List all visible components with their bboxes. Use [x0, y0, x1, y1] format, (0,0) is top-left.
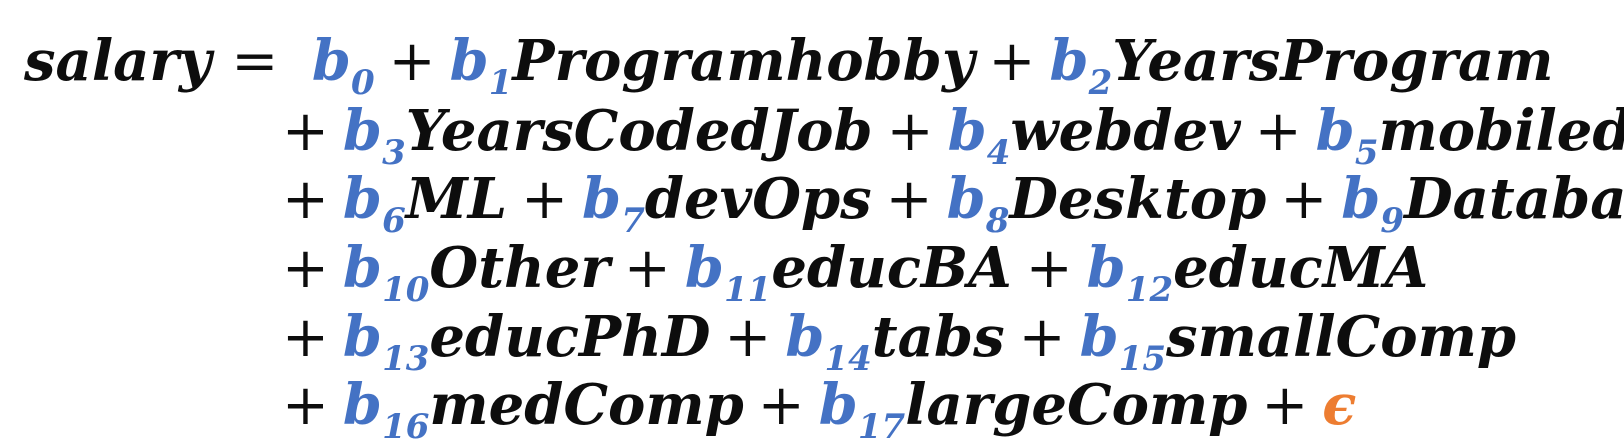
plus-sign: + — [282, 373, 329, 438]
variable-programhobby: Programhobby — [512, 28, 974, 94]
regression-equation: salary= b0+b1Programhobby+b2YearsProgram… — [0, 0, 1624, 440]
plus-sign: + — [1280, 167, 1327, 232]
coefficient-letter: b — [685, 235, 724, 301]
variable-ml: ML — [406, 166, 507, 232]
coefficient-letter: b — [312, 28, 351, 94]
coefficient-subscript: 17 — [858, 407, 905, 447]
variable-mobiledev: mobiledev — [1379, 98, 1624, 164]
plus-sign: + — [389, 29, 436, 94]
variable-devops: devOps — [645, 166, 872, 232]
variable-smallcomp: smallComp — [1166, 304, 1516, 370]
variable-yearsprogram: YearsProgram — [1112, 28, 1553, 94]
variable-tabs: tabs — [872, 304, 1005, 370]
coefficient-b7: b7 — [582, 166, 645, 232]
coefficient-b14: b14 — [785, 304, 871, 370]
plus-sign: + — [887, 99, 934, 164]
variable-webdev: webdev — [1010, 98, 1240, 164]
equation-line-5: +b13educPhD+b14tabs+b15smallComp — [282, 302, 1516, 372]
variable-educma: educMA — [1173, 235, 1428, 301]
coefficient-b16: b16 — [343, 372, 429, 438]
coefficient-letter: b — [343, 235, 382, 301]
plus-sign: + — [1255, 99, 1302, 164]
coefficient-letter: b — [947, 166, 986, 232]
coefficient-b10: b10 — [343, 235, 429, 301]
coefficient-b3: b3 — [343, 98, 406, 164]
plus-sign: + — [758, 373, 805, 438]
plus-sign: + — [282, 99, 329, 164]
coefficient-b11: b11 — [685, 235, 771, 301]
plus-sign: + — [1261, 373, 1308, 438]
coefficient-letter: b — [1316, 98, 1355, 164]
variable-other: Other — [429, 235, 610, 301]
coefficient-letter: b — [948, 98, 987, 164]
variable-educphd: educPhD — [429, 304, 710, 370]
coefficient-b15: b15 — [1080, 304, 1166, 370]
equation-lhs: salary — [24, 28, 211, 94]
coefficient-letter: b — [343, 304, 382, 370]
coefficient-letter: b — [785, 304, 824, 370]
error-term: ϵ — [1322, 372, 1356, 438]
plus-sign: + — [989, 29, 1036, 94]
plus-sign: + — [282, 236, 329, 301]
coefficient-letter: b — [343, 98, 382, 164]
coefficient-subscript: 16 — [382, 407, 429, 447]
coefficient-letter: b — [343, 372, 382, 438]
equation-line-3: +b6ML+b7devOps+b8Desktop+b9Database — [282, 164, 1624, 234]
coefficient-b1: b1 — [450, 28, 513, 94]
equation-line-2: +b3YearsCodedJob+b4webdev+b5mobiledev — [282, 96, 1624, 166]
plus-sign: + — [1026, 236, 1073, 301]
equals-sign: = — [231, 29, 278, 94]
plus-sign: + — [1019, 305, 1066, 370]
plus-sign: + — [886, 167, 933, 232]
variable-largecomp: largeComp — [905, 372, 1247, 438]
coefficient-b12: b12 — [1087, 235, 1173, 301]
coefficient-b13: b13 — [343, 304, 429, 370]
variable-educba: educBA — [771, 235, 1011, 301]
plus-sign: + — [282, 305, 329, 370]
variable-yearscodedjob: YearsCodedJob — [406, 98, 873, 164]
equation-line-4: +b10Other+b11educBA+b12educMA — [282, 233, 1428, 303]
coefficient-b8: b8 — [947, 166, 1010, 232]
coefficient-b6: b6 — [343, 166, 406, 232]
variable-medcomp: medComp — [429, 372, 743, 438]
plus-sign: + — [624, 236, 671, 301]
equation-line-6: +b16medComp+b17largeComp+ϵ — [282, 370, 1356, 440]
coefficient-letter: b — [343, 166, 382, 232]
coefficient-b5: b5 — [1316, 98, 1379, 164]
plus-sign: + — [724, 305, 771, 370]
variable-desktop: Desktop — [1009, 166, 1266, 232]
coefficient-b0: b0 — [312, 28, 375, 94]
coefficient-letter: b — [582, 166, 621, 232]
coefficient-letter: b — [819, 372, 858, 438]
coefficient-b4: b4 — [948, 98, 1011, 164]
plus-sign: + — [521, 167, 568, 232]
coefficient-b17: b17 — [819, 372, 905, 438]
plus-sign: + — [282, 167, 329, 232]
coefficient-b2: b2 — [1049, 28, 1112, 94]
coefficient-letter: b — [450, 28, 489, 94]
coefficient-letter: b — [1341, 166, 1380, 232]
coefficient-letter: b — [1087, 235, 1126, 301]
coefficient-b9: b9 — [1341, 166, 1404, 232]
coefficient-letter: b — [1080, 304, 1119, 370]
equation-line-1: salary= b0+b1Programhobby+b2YearsProgram — [24, 26, 1553, 96]
coefficient-letter: b — [1049, 28, 1088, 94]
variable-database: Database — [1404, 166, 1624, 232]
